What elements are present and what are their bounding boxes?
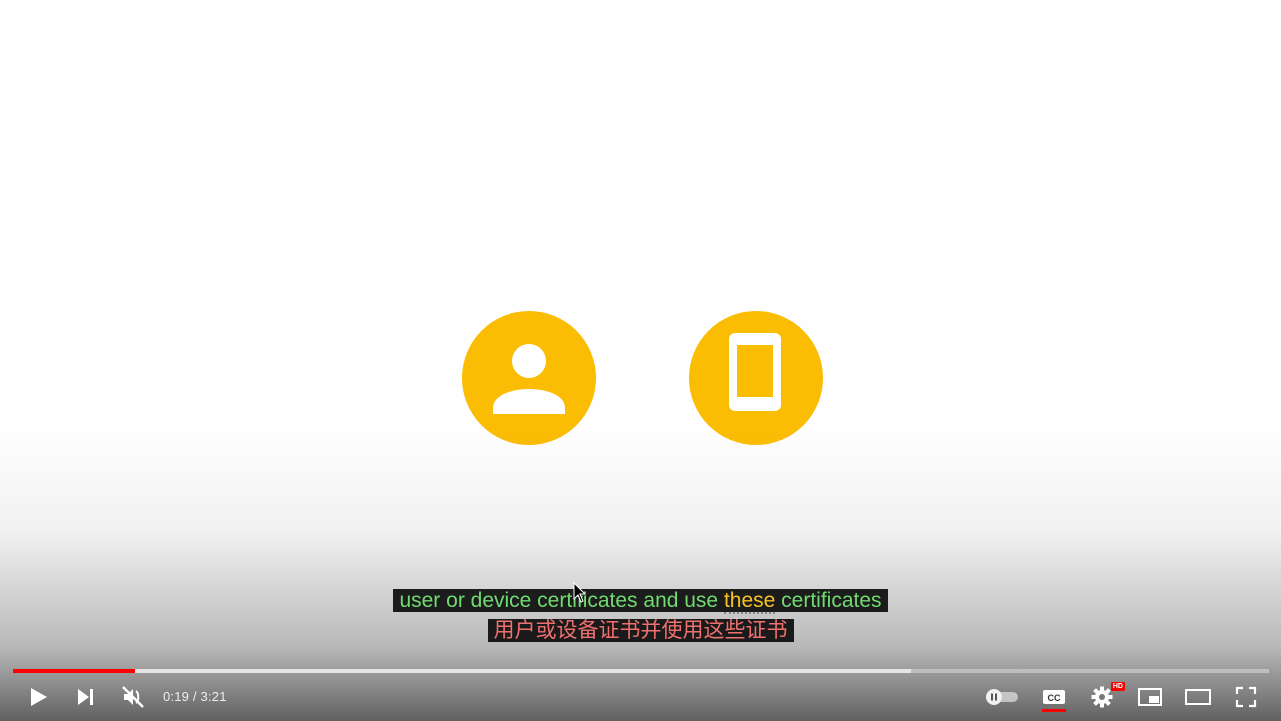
- time-display: 0:19 / 3:21: [163, 689, 227, 704]
- volume-muted-icon: [122, 686, 144, 708]
- autoplay-toggle-icon: [986, 689, 1018, 705]
- mouse-cursor-icon: [573, 582, 587, 603]
- subtitles-icon: CC: [1043, 690, 1065, 704]
- theater-mode-icon: [1185, 689, 1211, 705]
- player-controls: 0:19 / 3:21 CC HD: [0, 673, 1281, 721]
- mute-button[interactable]: [113, 673, 153, 721]
- hd-badge: HD: [1110, 682, 1125, 691]
- subtitle-text: user or device certificates and use: [399, 589, 724, 612]
- subtitle-text: certificates: [775, 589, 882, 612]
- subtitle-line-2: 用户或设备证书并使用这些证书: [0, 617, 1281, 645]
- smartphone-icon: [689, 311, 823, 445]
- fullscreen-button[interactable]: [1226, 673, 1266, 721]
- subtitles-button[interactable]: CC: [1034, 673, 1074, 721]
- play-button[interactable]: [18, 673, 58, 721]
- captions-active-indicator: [1042, 709, 1066, 712]
- subtitle-highlight-word[interactable]: these: [723, 589, 776, 614]
- autoplay-toggle[interactable]: [982, 673, 1022, 721]
- person-icon: [462, 311, 596, 445]
- next-button[interactable]: [66, 673, 106, 721]
- subtitle-translation: 用户或设备证书并使用这些证书: [493, 619, 788, 642]
- subtitle-line-1: user or device certificates and use thes…: [0, 587, 1281, 615]
- play-icon: [31, 688, 47, 706]
- fullscreen-icon: [1235, 686, 1257, 708]
- miniplayer-icon: [1138, 688, 1162, 706]
- next-icon: [78, 689, 93, 705]
- settings-button[interactable]: HD: [1082, 673, 1125, 721]
- miniplayer-button[interactable]: [1130, 673, 1170, 721]
- theater-mode-button[interactable]: [1178, 673, 1218, 721]
- svg-text:CC: CC: [1048, 693, 1061, 703]
